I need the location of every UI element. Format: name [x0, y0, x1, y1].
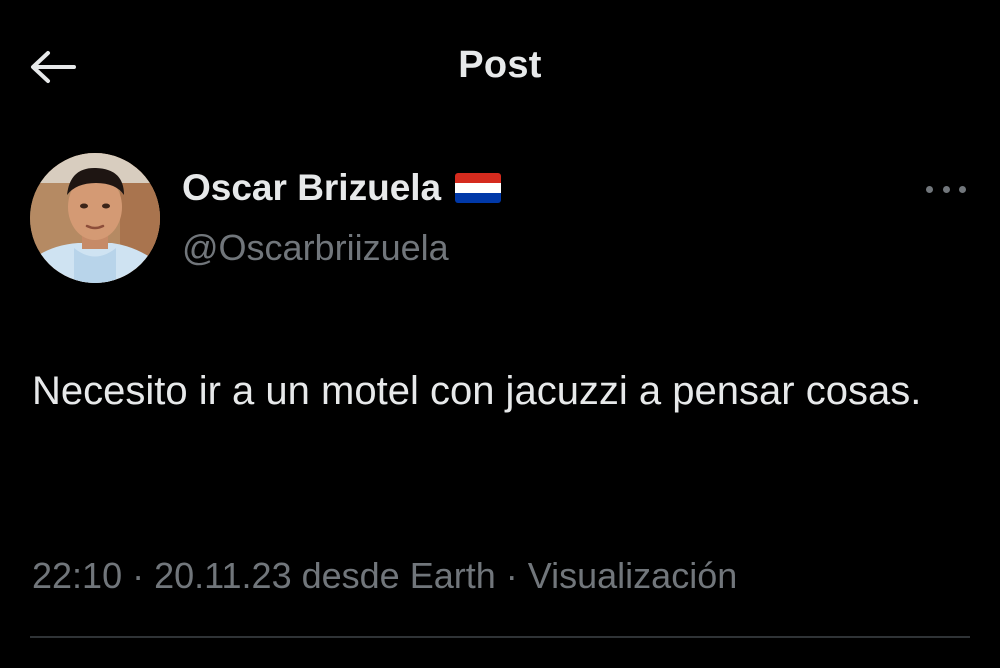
- post-source: desde Earth: [301, 555, 496, 596]
- views-label[interactable]: Visualización: [528, 555, 737, 596]
- display-name[interactable]: Oscar Brizuela: [182, 167, 441, 209]
- avatar[interactable]: [30, 153, 160, 283]
- more-options-button[interactable]: [926, 179, 966, 199]
- divider: [30, 636, 970, 638]
- top-bar: Post: [0, 0, 1000, 130]
- paraguay-flag-icon: [455, 173, 502, 203]
- post-text: Necesito ir a un motel con jacuzzi a pen…: [32, 369, 922, 413]
- more-horizontal-icon: [926, 185, 933, 193]
- post-author: Oscar Brizuela @Oscarbriizuela: [30, 153, 970, 288]
- separator-dot: ·: [132, 555, 145, 596]
- avatar-photo: [30, 153, 160, 283]
- post-time[interactable]: 22:10: [32, 555, 122, 596]
- post-metadata: 22:10 · 20.11.23 desde Earth · Visualiza…: [32, 555, 737, 597]
- page-title: Post: [458, 44, 542, 86]
- post-date[interactable]: 20.11.23: [154, 555, 291, 596]
- user-handle[interactable]: @Oscarbriizuela: [182, 227, 449, 269]
- display-name-row: Oscar Brizuela: [182, 167, 502, 209]
- separator-dot: ·: [505, 555, 518, 596]
